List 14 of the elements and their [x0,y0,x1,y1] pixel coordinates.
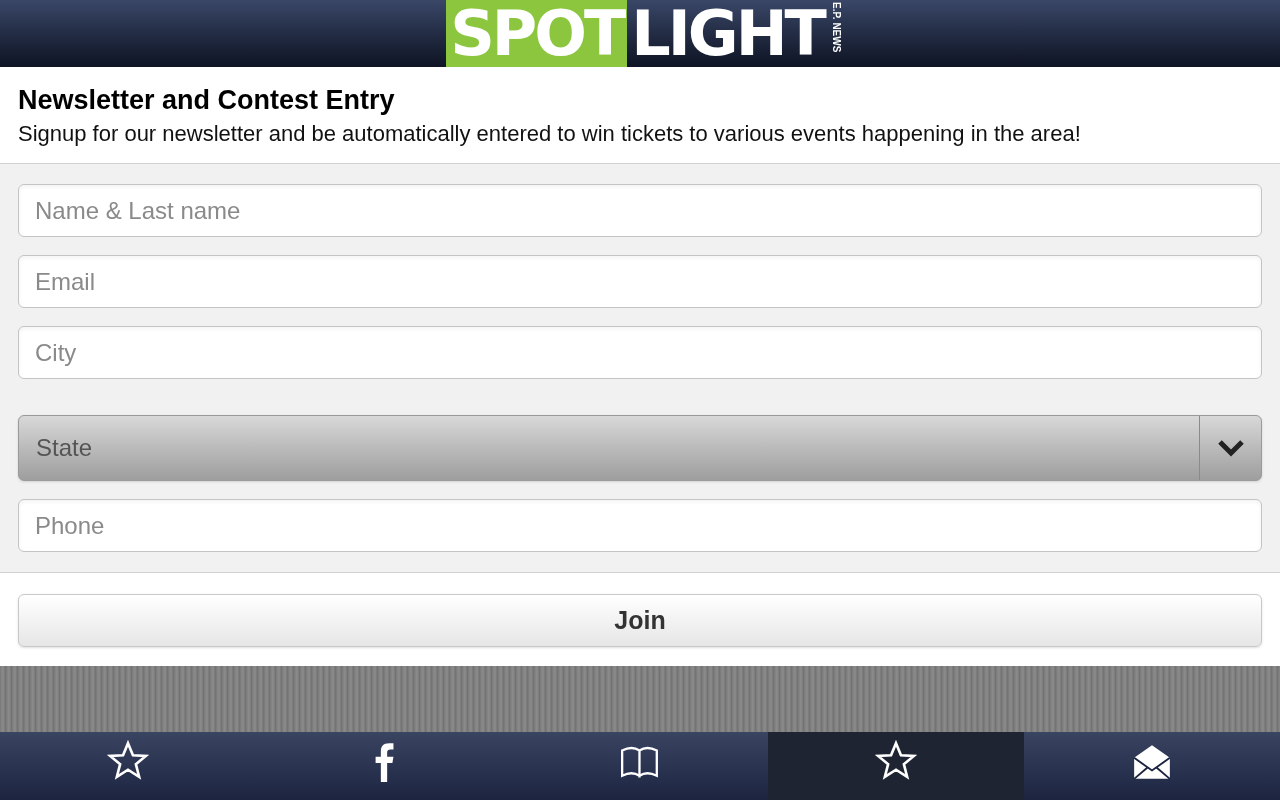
input-field[interactable]: Phone [18,499,1262,552]
star-icon [107,740,149,782]
input-field[interactable]: Email [18,255,1262,308]
chevron-down-icon [1216,439,1245,457]
join-button[interactable]: Join [18,594,1262,647]
state-dropdown[interactable]: State [18,415,1262,481]
logo-highlight: SPOT [446,0,628,67]
input-field[interactable]: Name & Last name [18,184,1262,237]
logo-text: LIGHT [630,0,826,67]
form-title: Newsletter and Contest Entry [18,84,396,117]
form-description: Signup for our newsletter and be automatically entered to win tickets to various events happening in the area! [18,120,1082,148]
star-icon [875,740,917,782]
input-field[interactable]: City [18,326,1262,379]
logo-subtitle: E.P. NEWS [829,2,842,55]
